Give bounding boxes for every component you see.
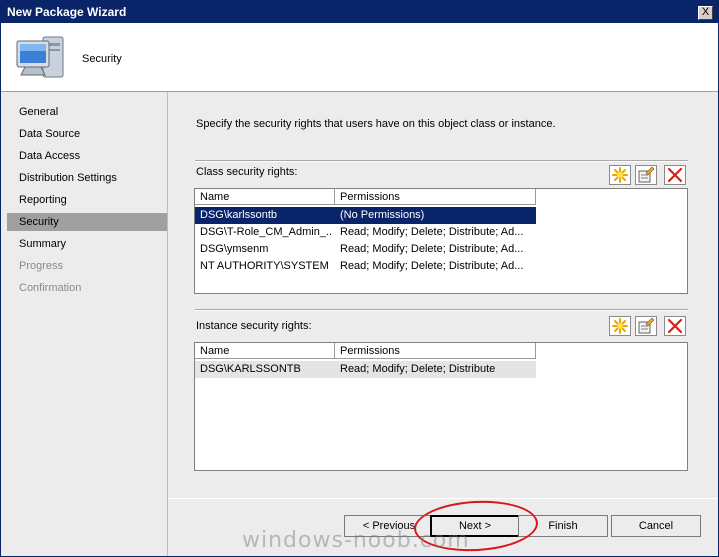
sidebar-item-data-access[interactable]: Data Access	[7, 147, 167, 165]
close-icon: X	[701, 6, 710, 18]
sidebar-item-label: General	[19, 106, 59, 118]
table-row[interactable]: DSG\karlssontb (No Permissions)	[195, 207, 536, 224]
class-rights-list[interactable]: Name Permissions DSG\karlssontb (No Perm…	[194, 188, 688, 294]
sidebar-item-label: Security	[19, 216, 59, 228]
row-name: DSG\T-Role_CM_Admin_...	[200, 226, 331, 238]
delete-x-icon	[667, 167, 683, 183]
sidebar-item-confirmation: Confirmation	[7, 279, 167, 297]
computer-icon	[16, 36, 64, 78]
instance-delete-button[interactable]	[664, 316, 686, 336]
finish-button[interactable]: Finish	[518, 515, 608, 537]
row-permissions: Read; Modify; Delete; Distribute; Ad...	[340, 260, 524, 272]
wizard-header: Security	[1, 23, 718, 92]
row-permissions: Read; Modify; Delete; Distribute	[340, 363, 496, 375]
row-name: DSG\KARLSSONTB	[200, 363, 301, 375]
watermark-text: windows-noob.com	[242, 528, 470, 553]
instance-add-button[interactable]	[609, 316, 631, 336]
table-row[interactable]: DSG\T-Role_CM_Admin_... Read; Modify; De…	[195, 224, 536, 241]
class-add-button[interactable]	[609, 165, 631, 185]
class-security-label: Class security rights:	[196, 166, 298, 178]
new-star-icon	[612, 167, 628, 183]
sidebar-item-summary[interactable]: Summary	[7, 235, 167, 253]
row-name: NT AUTHORITY\SYSTEM	[200, 260, 329, 272]
sidebar-item-reporting[interactable]: Reporting	[7, 191, 167, 209]
sidebar-item-label: Data Access	[19, 150, 81, 162]
instance-properties-button[interactable]	[635, 316, 657, 336]
row-permissions: Read; Modify; Delete; Distribute; Ad...	[340, 226, 524, 238]
table-row[interactable]: DSG\ymsenm Read; Modify; Delete; Distrib…	[195, 241, 536, 258]
row-permissions: (No Permissions)	[340, 209, 425, 221]
sidebar-item-label: Confirmation	[19, 282, 82, 294]
close-button[interactable]: X	[698, 6, 713, 20]
instance-security-label: Instance security rights:	[196, 320, 312, 332]
window-title: New Package Wizard	[7, 5, 127, 19]
row-name: DSG\ymsenm	[200, 243, 269, 255]
class-list-header: Name Permissions	[195, 189, 687, 206]
page-title: Security	[82, 53, 122, 65]
wizard-window: New Package Wizard X Security General Da…	[0, 0, 719, 557]
sidebar-item-progress: Progress	[7, 257, 167, 275]
sidebar-item-distribution-settings[interactable]: Distribution Settings	[7, 169, 167, 187]
table-row[interactable]: DSG\KARLSSONTB Read; Modify; Delete; Dis…	[195, 361, 536, 378]
sidebar-item-data-source[interactable]: Data Source	[7, 125, 167, 143]
sidebar-item-label: Summary	[19, 238, 67, 250]
sidebar-item-general[interactable]: General	[7, 103, 167, 121]
class-delete-button[interactable]	[664, 165, 686, 185]
properties-icon	[638, 318, 654, 334]
instance-rights-list[interactable]: Name Permissions DSG\KARLSSONTB Read; Mo…	[194, 342, 688, 471]
sidebar-item-security[interactable]: Security	[7, 213, 167, 231]
intro-text: Specify the security rights that users h…	[196, 118, 556, 130]
class-section-divider	[195, 160, 688, 162]
row-name: DSG\karlssontb	[200, 209, 278, 221]
title-bar: New Package Wizard X	[1, 1, 718, 23]
delete-x-icon	[667, 318, 683, 334]
properties-icon	[638, 167, 654, 183]
row-permissions: Read; Modify; Delete; Distribute; Ad...	[340, 243, 524, 255]
sidebar-item-label: Progress	[19, 260, 64, 272]
wizard-steps-sidebar: General Data Source Data Access Distribu…	[1, 92, 168, 556]
cancel-button[interactable]: Cancel	[611, 515, 701, 537]
instance-section-divider	[195, 309, 688, 311]
column-header-permissions[interactable]: Permissions	[335, 343, 536, 359]
sidebar-item-label: Distribution Settings	[19, 172, 117, 184]
security-page: Specify the security rights that users h…	[168, 92, 718, 498]
sidebar-item-label: Reporting	[19, 194, 67, 206]
column-header-name[interactable]: Name	[195, 343, 335, 359]
sidebar-item-label: Data Source	[19, 128, 81, 140]
column-header-permissions[interactable]: Permissions	[335, 189, 536, 205]
new-star-icon	[612, 318, 628, 334]
column-header-name[interactable]: Name	[195, 189, 335, 205]
instance-list-header: Name Permissions	[195, 343, 687, 360]
class-properties-button[interactable]	[635, 165, 657, 185]
table-row[interactable]: NT AUTHORITY\SYSTEM Read; Modify; Delete…	[195, 258, 536, 275]
